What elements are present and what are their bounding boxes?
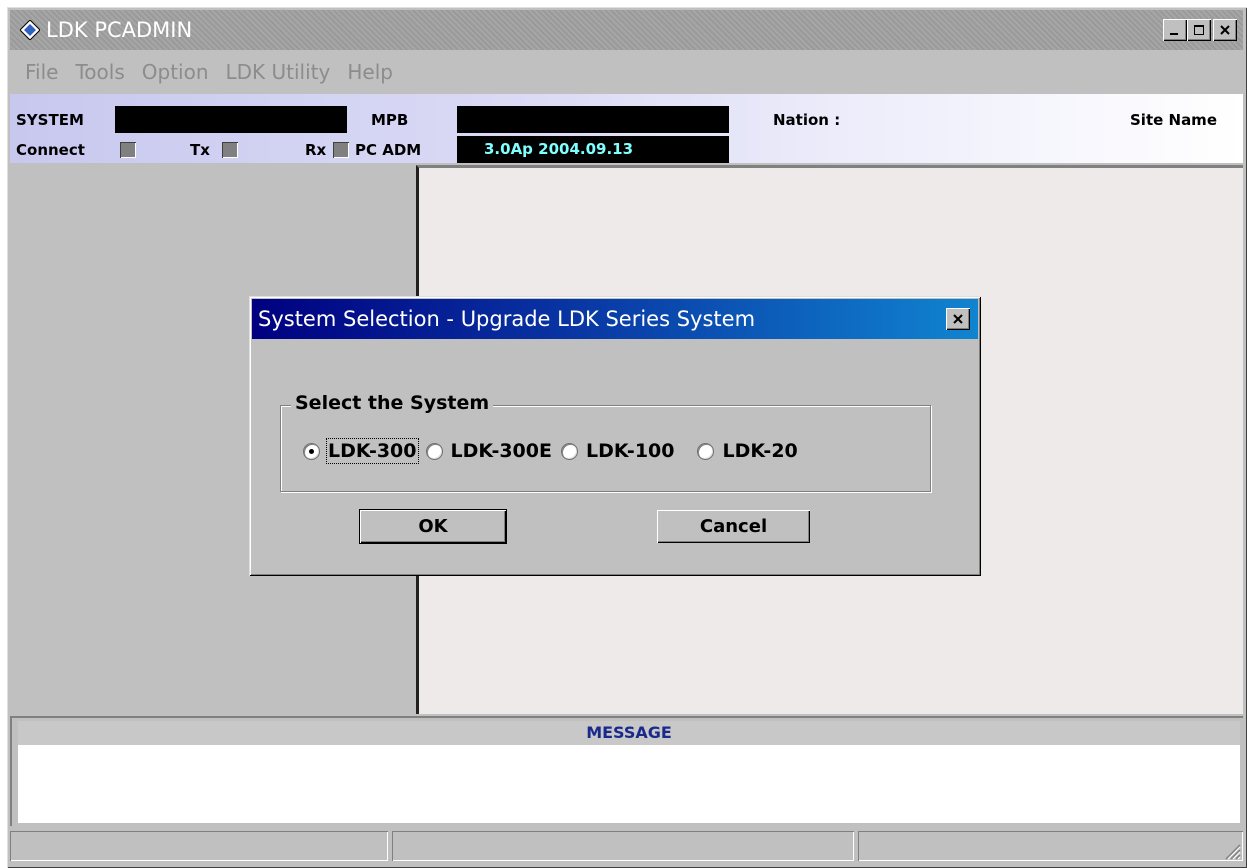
system-options: LDK-300 LDK-300E LDK-100 LDK-20 <box>303 438 807 464</box>
app-icon <box>20 20 40 40</box>
resize-grip-icon[interactable] <box>1223 842 1241 860</box>
radio-label-ldk-100: LDK-100 <box>585 440 675 462</box>
connect-label: Connect <box>16 141 85 159</box>
status-pane-2 <box>392 831 854 861</box>
radio-ldk-100[interactable]: LDK-100 <box>560 440 675 462</box>
close-icon <box>1220 25 1230 35</box>
menu-ldk-utility[interactable]: LDK Utility <box>226 60 331 84</box>
system-label: SYSTEM <box>16 111 84 129</box>
radio-ldk-300e[interactable]: LDK-300E <box>425 440 552 462</box>
pcadm-version: 3.0Ap 2004.09.13 <box>484 140 634 158</box>
pcadm-label: PC ADM <box>355 141 422 159</box>
radio-unchecked-icon <box>697 442 715 460</box>
radio-checked-icon <box>303 442 320 460</box>
rx-label: Rx <box>305 141 327 159</box>
group-label: Select the System <box>291 392 494 414</box>
radio-label-ldk-300e: LDK-300E <box>450 440 552 462</box>
status-pane-3 <box>858 831 1243 861</box>
message-panel: MESSAGE <box>10 716 1243 826</box>
message-header: MESSAGE <box>18 721 1240 745</box>
radio-ldk-300[interactable]: LDK-300 <box>303 438 419 464</box>
system-selection-dialog: System Selection - Upgrade LDK Series Sy… <box>249 296 981 576</box>
tx-label: Tx <box>190 141 210 159</box>
site-name-label: Site Name <box>1130 111 1217 129</box>
mpb-value <box>457 106 729 133</box>
status-pane-1 <box>10 831 388 861</box>
radio-unchecked-icon <box>560 442 578 460</box>
minimize-button[interactable] <box>1163 19 1187 41</box>
close-icon <box>953 314 963 324</box>
maximize-button[interactable] <box>1187 19 1211 41</box>
info-header: SYSTEM MPB Nation : Site Name Connect Tx… <box>10 94 1243 163</box>
status-bar <box>10 828 1243 864</box>
dialog-close-button[interactable] <box>946 308 970 330</box>
system-value <box>115 106 347 133</box>
radio-unchecked-icon <box>425 442 443 460</box>
window-title: LDK PCADMIN <box>46 18 193 42</box>
rx-indicator <box>333 142 349 158</box>
tx-indicator <box>222 142 238 158</box>
select-system-group: Select the System LDK-300 LDK-300E LDK-1… <box>280 392 931 492</box>
menu-tools[interactable]: Tools <box>75 60 124 84</box>
menu-option[interactable]: Option <box>142 60 209 84</box>
pcadm-value-box: 3.0Ap 2004.09.13 <box>457 136 729 163</box>
radio-ldk-20[interactable]: LDK-20 <box>697 440 798 462</box>
nation-label: Nation : <box>773 111 841 129</box>
ok-button[interactable]: OK <box>359 509 507 544</box>
dialog-title-bar[interactable]: System Selection - Upgrade LDK Series Sy… <box>252 299 978 339</box>
menu-help[interactable]: Help <box>347 60 393 84</box>
cancel-button[interactable]: Cancel <box>657 510 810 543</box>
radio-label-ldk-300: LDK-300 <box>326 438 419 464</box>
message-body[interactable] <box>18 745 1240 823</box>
maximize-icon <box>1194 25 1204 35</box>
title-bar[interactable]: LDK PCADMIN <box>10 10 1243 50</box>
mpb-label: MPB <box>371 111 409 129</box>
close-button[interactable] <box>1213 19 1237 41</box>
radio-label-ldk-20: LDK-20 <box>722 440 798 462</box>
menu-bar: File Tools Option LDK Utility Help <box>10 52 395 92</box>
connect-indicator <box>120 142 136 158</box>
minimize-icon <box>1170 33 1178 35</box>
dialog-title: System Selection - Upgrade LDK Series Sy… <box>258 307 756 331</box>
menu-file[interactable]: File <box>25 60 58 84</box>
